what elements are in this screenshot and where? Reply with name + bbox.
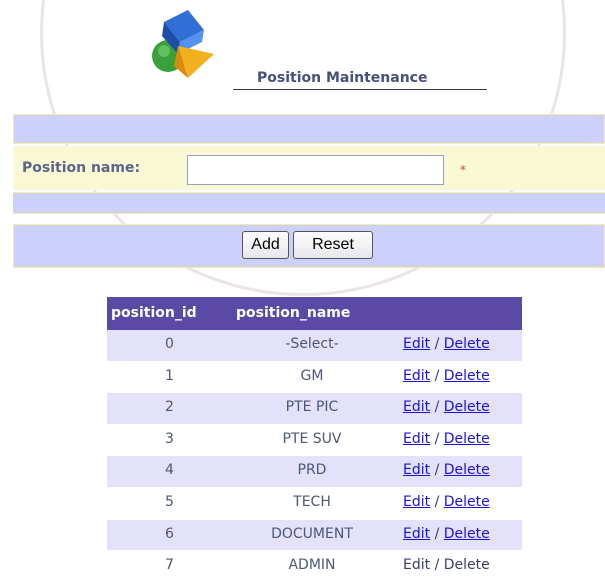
add-button[interactable]: Add <box>242 231 289 259</box>
edit-link[interactable]: Edit <box>403 526 430 542</box>
edit-link[interactable]: Edit <box>403 462 430 478</box>
form-band-spacer <box>13 192 605 214</box>
edit-link[interactable]: Edit <box>403 336 430 352</box>
row-actions: Edit / Delete <box>403 368 490 384</box>
cell-position-id: 0 <box>165 336 174 352</box>
cell-position-id: 1 <box>165 367 174 384</box>
table-row: 5 TECH Edit / Delete <box>107 487 522 520</box>
row-actions: Edit / Delete <box>403 431 490 447</box>
cell-position-id: 3 <box>165 430 174 447</box>
delete-link[interactable]: Delete <box>444 526 490 542</box>
table-body: 0 -Select- Edit / Delete 1 GM Edit / Delete 2 P… <box>107 330 522 583</box>
cell-position-name: GM <box>300 367 324 384</box>
page-title: Position Maintenance <box>233 68 487 90</box>
table-row: 4 PRD Edit / Delete <box>107 456 522 488</box>
action-separator: / <box>434 367 440 384</box>
delete-link[interactable]: Delete <box>444 431 490 447</box>
edit-link[interactable]: Edit <box>403 557 430 573</box>
position-name-label: Position name: <box>22 160 141 176</box>
action-separator: / <box>434 430 440 447</box>
cell-position-id: 5 <box>165 493 174 510</box>
delete-link[interactable]: Delete <box>444 368 490 384</box>
position-form: Position name: * Add Reset <box>13 114 605 270</box>
cell-position-id: 4 <box>165 462 174 479</box>
table-header: position_id position_name <box>107 297 522 330</box>
cell-position-name: TECH <box>293 493 331 510</box>
cell-position-name: PTE PIC <box>285 399 339 416</box>
shapes-logo-icon <box>152 10 214 78</box>
delete-link[interactable]: Delete <box>444 399 490 415</box>
action-separator: / <box>434 336 440 352</box>
table-row: 0 -Select- Edit / Delete <box>107 330 522 362</box>
cell-position-name: PTE SUV <box>282 430 342 447</box>
table-row: 6 DOCUMENT Edit / Delete <box>107 519 522 552</box>
cell-position-id: 6 <box>165 525 174 542</box>
row-actions: Edit / Delete <box>403 399 490 415</box>
row-actions: Edit / Delete <box>403 526 490 542</box>
edit-link[interactable]: Edit <box>403 494 430 510</box>
column-header-position-id: position_id <box>111 305 197 321</box>
cell-position-name: DOCUMENT <box>271 525 353 542</box>
form-band-top <box>13 114 605 144</box>
action-separator: / <box>434 493 440 510</box>
table-row: 1 GM Edit / Delete <box>107 361 522 394</box>
cell-position-name: ADMIN <box>288 557 336 574</box>
edit-link[interactable]: Edit <box>403 431 430 447</box>
action-separator: / <box>434 399 440 416</box>
cell-position-id: 7 <box>165 557 174 574</box>
table-row: 3 PTE SUV Edit / Delete <box>107 424 522 457</box>
edit-link[interactable]: Edit <box>403 368 430 384</box>
action-separator: / <box>434 525 440 542</box>
delete-link[interactable]: Delete <box>444 557 490 573</box>
cell-position-id: 2 <box>165 399 174 416</box>
action-separator: / <box>434 462 440 479</box>
table-row: 2 PTE PIC Edit / Delete <box>107 393 522 425</box>
row-actions: Edit / Delete <box>403 462 490 478</box>
row-actions: Edit / Delete <box>403 557 490 573</box>
delete-link[interactable]: Delete <box>444 494 490 510</box>
action-separator: / <box>434 557 440 574</box>
position-name-input[interactable] <box>187 155 444 185</box>
reset-button[interactable]: Reset <box>293 231 373 259</box>
column-header-position-name: position_name <box>236 305 351 321</box>
row-actions: Edit / Delete <box>403 494 490 510</box>
table-row: 7 ADMIN Edit / Delete <box>107 551 522 583</box>
cell-position-name: PRD <box>297 462 327 479</box>
delete-link[interactable]: Delete <box>444 336 490 352</box>
delete-link[interactable]: Delete <box>444 462 490 478</box>
row-actions: Edit / Delete <box>403 336 490 352</box>
edit-link[interactable]: Edit <box>403 399 430 415</box>
positions-table: position_id position_name 0 -Select- Edit … <box>107 297 522 583</box>
required-marker: * <box>460 163 466 177</box>
cell-position-name: -Select- <box>285 336 339 352</box>
